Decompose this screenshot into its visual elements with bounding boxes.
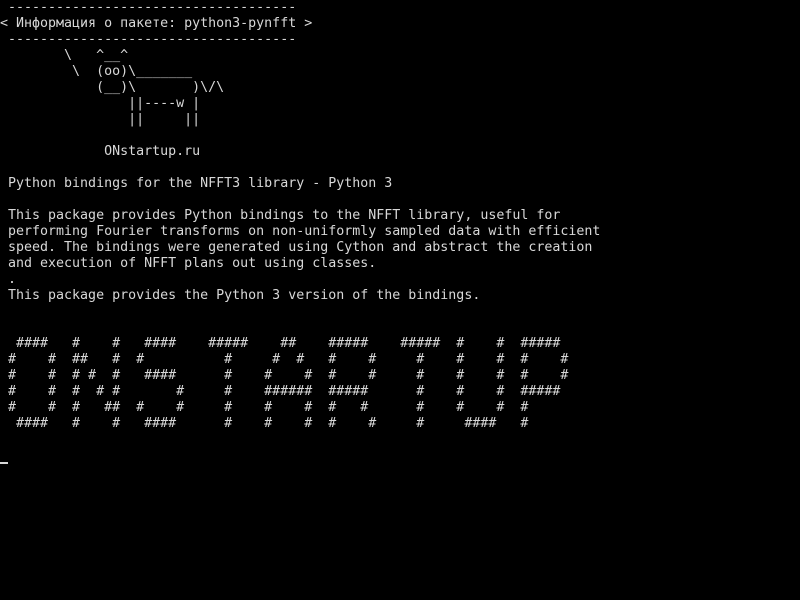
cow-ascii-line: \ ^__^ xyxy=(0,48,129,63)
description-line: performing Fourier transforms on non-uni… xyxy=(0,224,601,239)
cow-ascii-line: \ (oo)\_______ xyxy=(0,64,193,79)
banner-top-border: ------------------------------------ xyxy=(0,0,297,15)
cow-ascii-line: || || xyxy=(0,112,201,127)
description-line: speed. The bindings were generated using… xyxy=(0,240,593,255)
text-cursor xyxy=(0,462,8,464)
description-line: and execution of NFFT plans out using cl… xyxy=(0,256,377,271)
ascii-art-line: #### # # #### ##### ## ##### ##### # # #… xyxy=(0,336,561,351)
description-line: This package provides Python bindings to… xyxy=(0,208,561,223)
ascii-art-line: #### # # #### # # # # # # #### # xyxy=(0,416,529,431)
banner-title: < Информация о пакете: python3-pynfft > xyxy=(0,16,313,31)
terminal-screen[interactable]: ------------------------------------ < И… xyxy=(0,0,800,600)
ascii-art-line: # # ## # # # # # # # # # # # # xyxy=(0,352,569,367)
ascii-art-line: # # # ## # # # # # # # # # # # xyxy=(0,400,529,415)
description-line: . xyxy=(0,272,17,287)
banner-bottom-border: ------------------------------------ xyxy=(0,32,297,47)
ascii-art-line: # # # # # #### # # # # # # # # # # xyxy=(0,368,569,383)
cow-ascii-line: ||----w | xyxy=(0,96,201,111)
site-label: ONstartup.ru xyxy=(0,144,201,159)
ascii-art-line: # # # # # # # ###### ##### # # # ##### xyxy=(0,384,561,399)
description-line: This package provides the Python 3 versi… xyxy=(0,288,481,303)
package-summary: Python bindings for the NFFT3 library - … xyxy=(0,176,393,191)
cow-ascii-line: (__)\ )\/\ xyxy=(0,80,225,95)
